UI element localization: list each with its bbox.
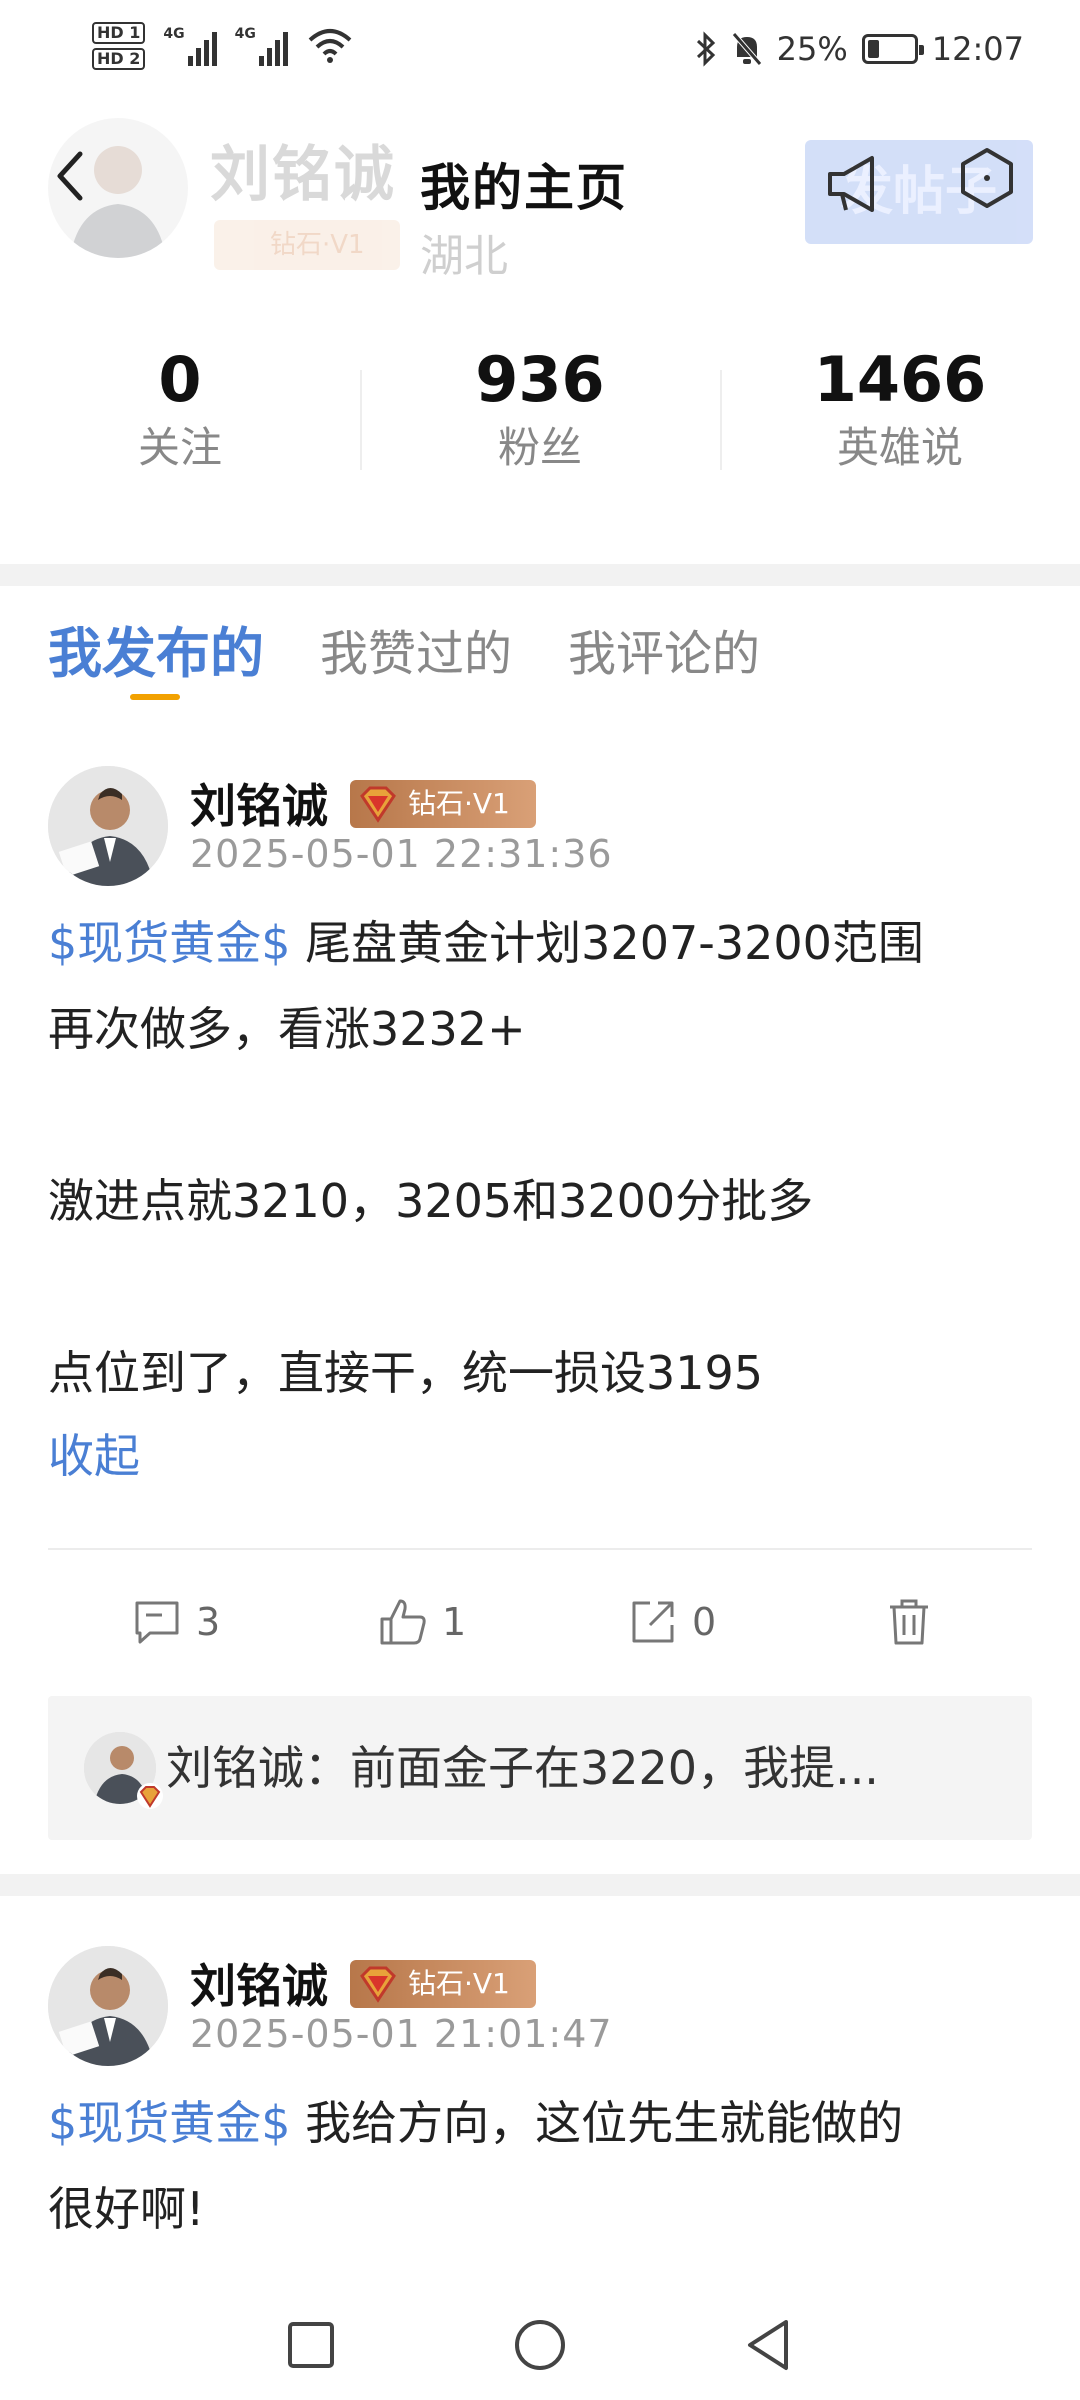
tab-my-posts[interactable]: 我发布的 xyxy=(48,614,264,700)
like-count: 1 xyxy=(442,1600,467,1644)
stat-followers-value: 936 xyxy=(475,343,605,416)
post-author-name[interactable]: 刘铭诚 xyxy=(190,1950,328,2016)
stat-following-label: 关注 xyxy=(137,423,222,472)
header-faded-name: 刘铭诚 xyxy=(210,140,396,210)
profile-page: HD 1 HD 2 4G 4G 25% 12:07 刘铭诚 钻石·V1 湖北 我… xyxy=(0,0,1080,2400)
post-content[interactable]: $现货黄金$ 尾盘黄金计划3207-3200范围 再次做多，看涨3232+ 激进… xyxy=(48,900,1038,1496)
back-arrow-icon[interactable] xyxy=(50,146,90,206)
post-timestamp: 2025-05-01 21:01:47 xyxy=(190,2012,613,2056)
hd2-indicator: HD 2 xyxy=(92,48,146,70)
stat-followers-label: 粉丝 xyxy=(497,423,582,472)
status-right: 25% 12:07 xyxy=(695,30,1024,68)
diamond-icon xyxy=(360,1966,396,2003)
thumbs-up-icon xyxy=(380,1599,426,1645)
stat-followers[interactable]: 936 粉丝 xyxy=(360,340,720,500)
stat-posts-value: 1466 xyxy=(813,343,987,416)
level-badge: 钻石·V1 xyxy=(350,1960,536,2008)
header-faded-region: 湖北 xyxy=(420,231,508,282)
level-badge: 钻石·V1 xyxy=(350,780,536,828)
section-divider xyxy=(0,564,1080,586)
net1-label: 4G xyxy=(163,26,185,42)
stat-posts[interactable]: 1466 英雄说 xyxy=(720,340,1080,500)
share-icon xyxy=(632,1601,674,1643)
tab-commented[interactable]: 我评论的 xyxy=(568,614,760,694)
comment-count: 3 xyxy=(196,1600,221,1644)
post-timestamp: 2025-05-01 22:31:36 xyxy=(190,832,613,876)
signal1-icon: 4G xyxy=(163,26,217,66)
wifi-icon xyxy=(308,29,352,63)
status-left: HD 1 HD 2 4G 4G xyxy=(92,22,352,70)
level-badge-label: 钻石·V1 xyxy=(408,1967,510,2000)
content-tabs: 我发布的 我赞过的 我评论的 xyxy=(48,614,760,714)
system-nav-bar xyxy=(0,2290,1080,2400)
delete-button[interactable] xyxy=(884,1572,934,1672)
battery-percent: 25% xyxy=(776,30,848,68)
net2-label: 4G xyxy=(234,26,256,42)
avatar[interactable] xyxy=(48,1946,168,2066)
level-badge-label: 钻石·V1 xyxy=(408,787,510,820)
page-title: 我的主页 xyxy=(420,159,628,217)
battery-icon xyxy=(861,34,924,64)
post-line-4: 点位到了，直接干，统一损设3195 xyxy=(48,1346,764,1400)
post-line-2: 再次做多，看涨3232+ xyxy=(48,1002,526,1056)
clock: 12:07 xyxy=(931,30,1024,68)
comment-button[interactable]: 3 xyxy=(132,1572,220,1672)
post-line-1-text: 尾盘黄金计划3207-3200范围 xyxy=(290,916,924,970)
share-count: 0 xyxy=(692,1600,717,1644)
post-line-1: $现货黄金$ 我给方向，这位先生就能做的 xyxy=(48,2080,1038,2166)
profile-stats: 0 关注 936 粉丝 1466 英雄说 xyxy=(0,340,1080,500)
post-line-2: 很好啊! xyxy=(48,2182,205,2236)
avatar[interactable] xyxy=(48,766,168,886)
post-separator xyxy=(0,1874,1080,1896)
like-button[interactable]: 1 xyxy=(378,1572,466,1672)
header-faded-badge: 钻石·V1 xyxy=(214,220,400,270)
hd-indicators: HD 1 HD 2 xyxy=(92,22,146,70)
more-hex-icon[interactable] xyxy=(955,146,1019,210)
signal2-icon: 4G xyxy=(235,26,288,66)
small-diamond-icon xyxy=(137,1783,163,1809)
top-header: 刘铭诚 钻石·V1 湖北 我的主页 发帖子 xyxy=(0,110,1080,310)
status-bar: HD 1 HD 2 4G 4G 25% 12:07 xyxy=(0,0,1080,110)
post-line-1-text: 我给方向，这位先生就能做的 xyxy=(290,2096,904,2150)
stock-tag-link[interactable]: $现货黄金$ xyxy=(48,2096,291,2150)
share-button[interactable]: 0 xyxy=(628,1572,716,1672)
bluetooth-icon xyxy=(696,31,715,67)
stat-posts-label: 英雄说 xyxy=(836,423,963,472)
tab-liked[interactable]: 我赞过的 xyxy=(320,614,512,694)
post-line-1: $现货黄金$ 尾盘黄金计划3207-3200范围 xyxy=(48,900,1038,986)
post-actions: 3 1 0 xyxy=(0,1572,1080,1672)
post-divider xyxy=(48,1548,1032,1550)
stat-following-value: 0 xyxy=(158,343,202,416)
collapse-link[interactable]: 收起 xyxy=(48,1416,1038,1496)
stock-tag-link[interactable]: $现货黄金$ xyxy=(48,916,291,970)
recents-square-icon[interactable] xyxy=(276,2310,346,2380)
trash-icon xyxy=(890,1599,928,1645)
comment-text: 刘铭诚：前面金子在3220，我提... xyxy=(166,1741,879,1795)
post-content[interactable]: $现货黄金$ 我给方向，这位先生就能做的 很好啊! xyxy=(48,2080,1038,2252)
megaphone-icon[interactable] xyxy=(822,150,890,218)
hd1-indicator: HD 1 xyxy=(92,22,146,44)
diamond-icon xyxy=(360,786,396,823)
post-author-name[interactable]: 刘铭诚 xyxy=(190,770,328,836)
home-circle-icon[interactable] xyxy=(505,2310,575,2380)
top-comment-preview[interactable]: 刘铭诚：前面金子在3220，我提... xyxy=(48,1696,1032,1840)
back-triangle-icon[interactable] xyxy=(734,2310,804,2380)
comment-icon xyxy=(135,1601,179,1644)
post-line-3: 激进点就3210，3205和3200分批多 xyxy=(48,1174,814,1228)
mute-bell-icon xyxy=(731,32,762,66)
stat-following[interactable]: 0 关注 xyxy=(0,340,360,500)
